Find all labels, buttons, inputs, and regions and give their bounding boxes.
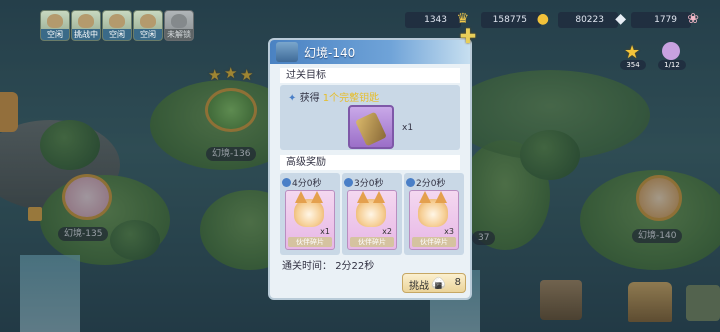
reward-item[interactable]: 3分0秒 x2 伙伴碎片 [342,173,402,255]
briefcase-icon [276,42,298,62]
reward-item[interactable]: 2分0秒 x3 伙伴碎片 [404,173,464,255]
team-slot-3[interactable]: 空闲 [102,10,132,41]
reward-time: 4分0秒 [292,179,322,189]
clear-time-value: 2分22秒 [335,261,375,272]
fox-icon [418,191,448,227]
key-shape [355,111,387,147]
slot-status: 空闲 [41,29,69,40]
goal-panel: ✦ 获得 1个完整钥匙 x1 [280,85,460,150]
dialog-header: 幻境-140 [270,40,470,64]
goal-text: ✦ 获得 1个完整钥匙 [288,89,379,104]
challenge-button[interactable]: 挑战 🍙 8 [402,273,466,293]
goal-header: 过关目标 [280,68,460,83]
key-item-icon[interactable] [348,105,394,149]
cat-face-icon [47,14,63,28]
resource-gold: 158775 ● [481,11,549,28]
team-slot-5[interactable]: 未解锁 [164,10,194,41]
clock-icon [406,178,415,187]
reward-item[interactable]: 4分0秒 x1 伙伴碎片 [280,173,340,255]
clear-time-label: 通关时间： [282,261,332,272]
clock-icon [282,178,291,187]
reward-count: x3 [444,227,454,236]
close-icon[interactable]: ✚ [458,26,478,46]
gear-icon: ✦ [288,93,297,104]
resource-cat: 1779 ❀ [631,11,699,28]
slot-status: 空闲 [103,29,131,40]
slot-status: 挑战中 [72,29,100,40]
challenge-cost: 8 [454,277,461,288]
cat-icon: ❀ [687,11,699,27]
stage-detail-dialog: 幻境-140 ✚ 过关目标 ✦ 获得 1个完整钥匙 x1 高级奖励 4分0秒 x… [268,26,476,300]
gem-icon: ◆ [615,11,626,27]
slot-status: 未解锁 [165,29,193,40]
team-slot-4[interactable]: 空闲 [133,10,163,41]
resource-gem: 80223 ◆ [558,11,626,28]
challenge-label: 挑战 [409,281,429,292]
gold-icon: ● [536,11,549,27]
resource-value: 1343 [424,15,447,25]
reward-header: 高级奖励 [280,155,460,170]
fox-icon [356,191,386,227]
cat-face-icon [78,14,94,28]
fox-icon [294,191,324,227]
reward-list: 4分0秒 x1 伙伴碎片 3分0秒 x2 伙伴碎片 2分0秒 x3 伙伴碎片 [280,173,464,255]
clock-icon [344,178,353,187]
goal-prefix: 获得 [299,93,320,104]
dialog-title: 幻境-140 [304,46,356,60]
clear-time: 通关时间： 2分22秒 [282,257,374,272]
fox-card: x3 伙伴碎片 [409,190,459,250]
team-slot-1[interactable]: 空闲 [40,10,70,41]
goal-count: x1 [402,123,414,133]
slot-status: 空闲 [134,29,162,40]
reward-tag: 伙伴碎片 [288,237,332,247]
star-count: 354 [620,60,646,70]
reward-time: 2分0秒 [416,179,446,189]
goal-highlight: 1个完整钥匙 [322,93,380,104]
cat-face-icon [171,14,187,28]
key-count: 1/12 [658,60,686,70]
key-total-icon [662,42,680,60]
reward-count: x1 [320,227,330,236]
resource-value: 1779 [654,15,677,25]
reward-count: x2 [382,227,392,236]
fox-card: x1 伙伴碎片 [285,190,335,250]
reward-tag: 伙伴碎片 [412,237,456,247]
reward-tag: 伙伴碎片 [350,237,394,247]
energy-icon: 🍙 [431,276,446,290]
cat-face-icon [109,14,125,28]
fox-card: x2 伙伴碎片 [347,190,397,250]
team-slot-2[interactable]: 挑战中 [71,10,101,41]
resource-value: 80223 [575,15,604,25]
resource-crown: 1343 ♛ [405,11,469,28]
cat-face-icon [140,14,156,28]
resource-value: 158775 [492,15,527,25]
reward-time: 3分0秒 [354,179,384,189]
